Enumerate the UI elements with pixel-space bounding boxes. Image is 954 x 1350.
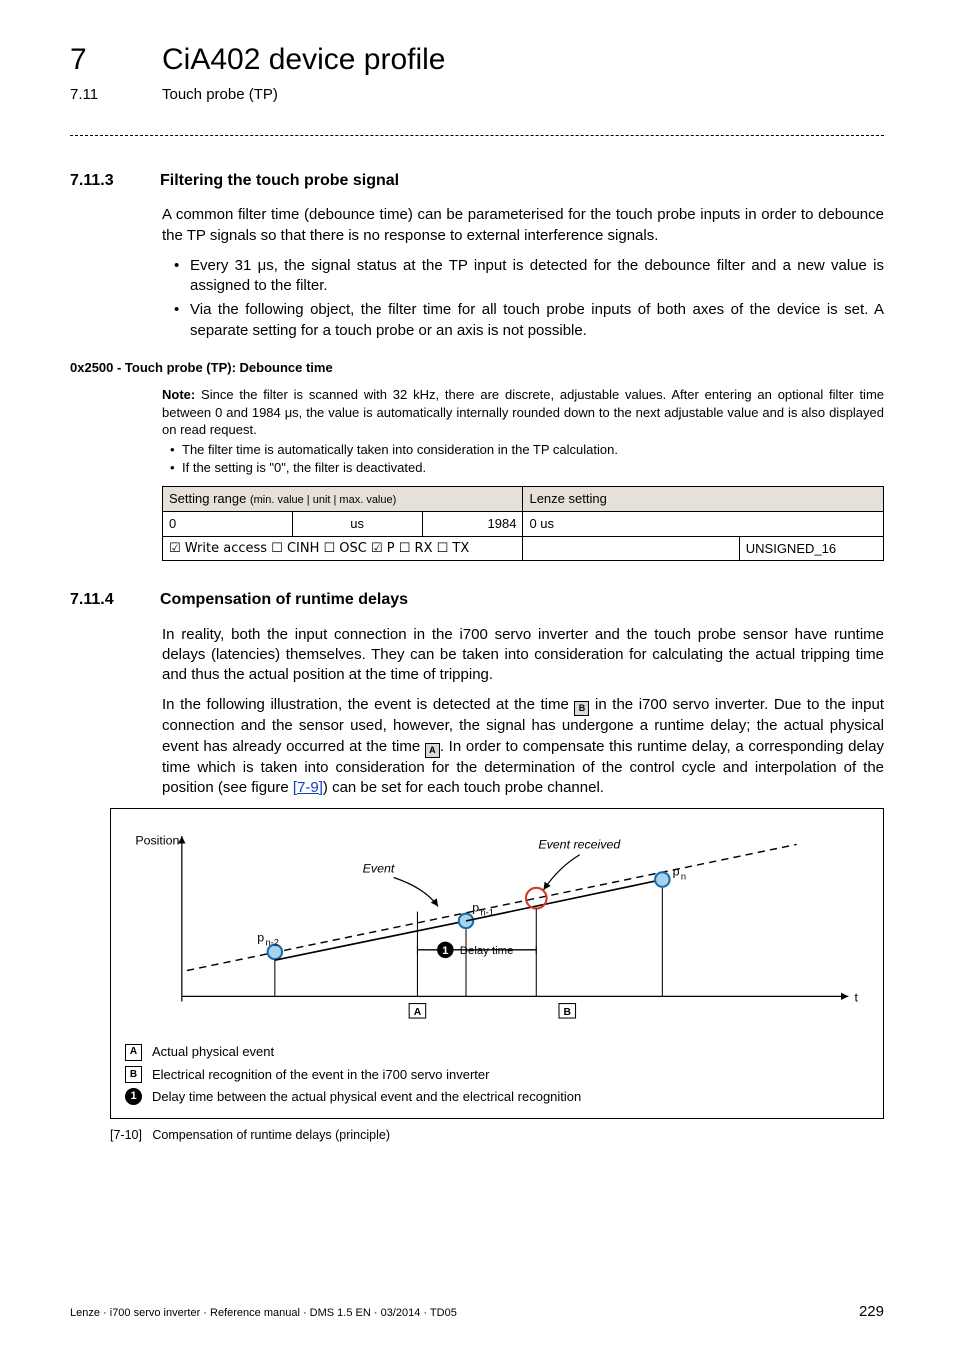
section-title: Compensation of runtime delays (160, 589, 408, 611)
table-header: Setting range (min. value | unit | max. … (163, 487, 523, 512)
subchapter-title: Touch probe (TP) (162, 85, 278, 105)
object-heading: 0x2500 - Touch probe (TP): Debounce time (70, 359, 884, 377)
delay-time-label: Delay time (460, 945, 514, 957)
marker-b-inline: B (574, 701, 589, 716)
legend-text: Delay time between the actual physical e… (152, 1086, 581, 1108)
paragraph: In reality, both the input connection in… (162, 625, 884, 686)
figure-caption-text: Compensation of runtime delays (principl… (152, 1128, 390, 1142)
header-sub: (min. value | unit | max. value) (250, 494, 396, 506)
divider (70, 135, 884, 136)
chapter-number: 7 (70, 40, 114, 81)
figure-caption-number: [7-10] (110, 1128, 142, 1142)
subchapter-number: 7.11 (70, 85, 114, 105)
list-item: Every 31 μs, the signal status at the TP… (178, 256, 884, 297)
section-number: 7.11.3 (70, 170, 128, 192)
footer-text: Lenze · i700 servo inverter · Reference … (70, 1306, 457, 1321)
table-cell-unit: us (292, 511, 422, 536)
marker-a-inline: A (425, 743, 440, 758)
figure-legend: A Actual physical event B Electrical rec… (125, 1041, 869, 1107)
event-label: Event (363, 861, 395, 875)
note-paragraph: Note: Since the filter is scanned with 3… (162, 386, 884, 439)
legend-marker-a: A (125, 1044, 142, 1061)
paragraph: In the following illustration, the event… (162, 695, 884, 798)
table-cell-empty (523, 536, 739, 561)
legend-text: Electrical recognition of the event in t… (152, 1064, 489, 1086)
table-header: Lenze setting (523, 487, 884, 512)
text-span: In the following illustration, the event… (162, 696, 574, 713)
marker-a-axis: A (414, 1007, 422, 1018)
marker-1-label: 1 (442, 945, 448, 957)
header-main: Setting range (169, 491, 250, 506)
note-list-item: The filter time is automatically taken i… (172, 441, 884, 459)
legend-marker-b: B (125, 1066, 142, 1083)
table-cell-flags: ☑ Write access ☐ CINH ☐ OSC ☑ P ☐ RX ☐ T… (163, 536, 523, 561)
legend-marker-1: 1 (125, 1088, 142, 1105)
figure-box: Position t p n-2 p n-1 p n Event (110, 808, 884, 1119)
figure-link[interactable]: [7-9] (293, 779, 323, 796)
paragraph: A common filter time (debounce time) can… (162, 205, 884, 246)
point-label-pn2: p (257, 931, 264, 945)
note-label: Note: (162, 387, 195, 402)
parameter-table: Setting range (min. value | unit | max. … (162, 486, 884, 561)
point-label-pn: p (673, 865, 680, 879)
point-label-pn2-sub: n-2 (266, 938, 279, 948)
table-cell-default: 0 us (523, 511, 884, 536)
section-number: 7.11.4 (70, 589, 128, 611)
table-cell-min: 0 (163, 511, 293, 536)
text-span: ) can be set for each touch probe channe… (323, 779, 604, 796)
figure-caption: [7-10] Compensation of runtime delays (p… (110, 1127, 884, 1144)
runtime-delay-diagram: Position t p n-2 p n-1 p n Event (125, 819, 869, 1029)
page-number: 229 (859, 1302, 884, 1322)
axis-label-position: Position (135, 834, 179, 848)
axis-label-t: t (855, 991, 859, 1005)
note-list-item: If the setting is "0", the filter is dea… (172, 459, 884, 477)
list-item: Via the following object, the filter tim… (178, 300, 884, 341)
point-label-pn1: p (472, 901, 479, 915)
chapter-title: CiA402 device profile (162, 40, 446, 81)
event-received-label: Event received (538, 838, 621, 852)
table-cell-type: UNSIGNED_16 (739, 536, 883, 561)
legend-text: Actual physical event (152, 1041, 274, 1063)
point-label-pn-sub: n (681, 872, 686, 882)
marker-b-axis: B (564, 1007, 571, 1018)
table-cell-max: 1984 (422, 511, 523, 536)
section-title: Filtering the touch probe signal (160, 170, 399, 192)
note-text: Since the filter is scanned with 32 kHz,… (162, 387, 884, 437)
